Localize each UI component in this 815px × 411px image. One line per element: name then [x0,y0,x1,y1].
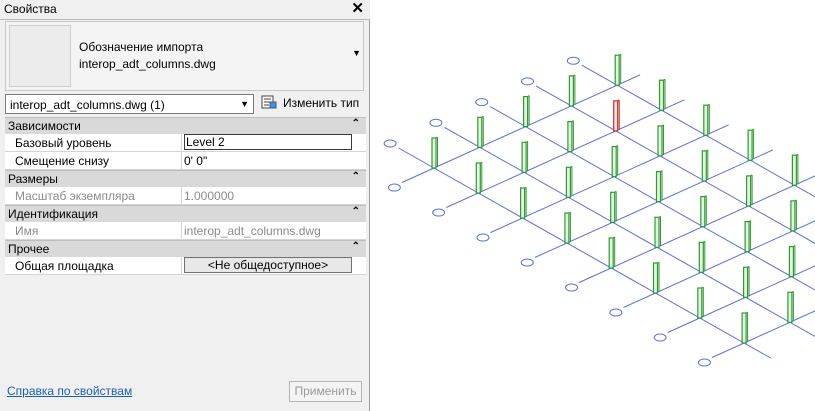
column[interactable] [658,79,665,111]
column[interactable] [567,120,573,153]
grid-line [711,310,815,358]
column[interactable] [787,291,793,323]
close-icon[interactable]: ✕ [351,0,364,18]
grid-bubble-icon[interactable] [609,308,623,317]
column[interactable] [475,162,481,194]
grid-bubble-icon[interactable] [387,183,401,192]
name-value: interop_adt_columns.dwg [184,224,321,238]
column[interactable] [703,104,709,136]
grid-bubble-icon[interactable] [475,98,489,107]
edit-type-icon [261,95,277,109]
instance-filter-value: interop_adt_columns.dwg (1) [10,98,165,112]
property-row: Базовый уровень Level 2 [5,134,366,152]
column[interactable] [698,241,704,273]
apply-button[interactable]: Применить [289,381,362,402]
column[interactable] [611,146,617,178]
edit-type-label: Изменить тип [283,96,360,110]
grid-bubble-icon[interactable] [429,118,443,127]
collapse-icon[interactable]: ⌃ [352,241,360,252]
column[interactable] [652,262,659,294]
3d-viewport[interactable] [371,0,815,411]
properties-palette: Свойства ✕ Обозначение импорта interop_a… [0,0,370,411]
properties-help-link[interactable]: Справка по свойствам [7,384,132,398]
instance-filter-dropdown[interactable]: interop_adt_columns.dwg (1) ▼ [5,94,254,114]
column[interactable] [747,129,753,161]
type-family-name: Обозначение импорта [79,40,204,54]
column[interactable] [654,216,660,248]
type-selector[interactable]: Обозначение импорта interop_adt_columns.… [5,21,364,91]
category-header-identity[interactable]: Идентификация ⌃ [5,205,366,222]
base-level-field[interactable]: Level 2 [184,134,352,150]
grid-bubble-icon[interactable] [653,333,667,342]
grid-line [398,147,771,359]
column[interactable] [790,200,796,232]
type-name: interop_adt_columns.dwg [79,57,216,71]
column[interactable] [568,75,575,107]
grid-bubble-icon[interactable] [432,208,446,217]
collapse-icon[interactable]: ⌃ [352,206,360,217]
column[interactable] [701,150,707,182]
collapse-icon[interactable]: ⌃ [352,118,360,129]
column[interactable] [744,221,750,253]
column[interactable] [522,95,529,128]
property-label: Имя [15,224,39,238]
grid-bubble-icon[interactable] [521,77,535,86]
column[interactable] [697,287,703,319]
grid-bubble-icon[interactable] [697,358,711,367]
property-row: Смещение снизу 0' 0" [5,152,366,170]
column[interactable] [521,141,527,173]
grid-bubble-icon[interactable] [383,139,397,148]
palette-title: Свойства [4,2,57,16]
property-label: Базовый уровень [15,136,112,150]
palette-titlebar[interactable]: Свойства ✕ [0,0,370,20]
column[interactable] [700,196,706,228]
column[interactable] [610,191,616,223]
column[interactable] [608,237,614,269]
shared-site-button[interactable]: <Не общедоступное> [184,257,352,273]
grid-line [535,85,815,244]
property-row: Масштаб экземпляра 1.000000 [5,187,366,205]
property-row: Имя interop_adt_columns.dwg [5,222,366,240]
column[interactable] [788,246,795,278]
base-offset-value[interactable]: 0' 0" [184,154,207,168]
instance-scale-value: 1.000000 [184,189,235,203]
column[interactable] [564,212,570,244]
column[interactable] [745,175,752,207]
column[interactable] [519,187,526,219]
chevron-down-icon[interactable]: ▼ [352,48,361,58]
column[interactable] [614,54,620,86]
category-header-constraints[interactable]: Зависимости ⌃ [5,117,366,134]
column[interactable] [431,137,437,169]
column[interactable] [655,171,662,203]
column[interactable] [657,125,663,157]
column[interactable] [565,166,572,198]
grid-bubble-icon[interactable] [566,56,580,65]
grid-bubble-icon[interactable] [476,233,490,242]
grid-bubble-icon[interactable] [565,283,579,292]
column[interactable] [791,154,798,186]
property-label: Общая площадка [15,259,114,273]
property-label: Масштаб экземпляра [15,189,135,203]
category-header-other[interactable]: Прочее ⌃ [5,240,366,257]
type-preview-thumbnail [9,25,71,87]
column[interactable] [477,116,483,148]
property-row: Общая площадка <Не общедоступное> [5,257,366,275]
grid-bubble-icon[interactable] [520,258,534,267]
grid-line [444,126,815,338]
property-label: Смещение снизу [15,154,110,168]
dropdown-arrow-icon[interactable]: ▼ [240,99,249,109]
collapse-icon[interactable]: ⌃ [352,171,360,182]
properties-grid: Зависимости ⌃ Базовый уровень Level 2 См… [5,117,366,275]
grid-line [489,106,815,291]
category-header-dimensions[interactable]: Размеры ⌃ [5,170,366,187]
column[interactable] [741,312,747,344]
column[interactable] [742,266,749,298]
selected-column[interactable] [613,100,619,132]
